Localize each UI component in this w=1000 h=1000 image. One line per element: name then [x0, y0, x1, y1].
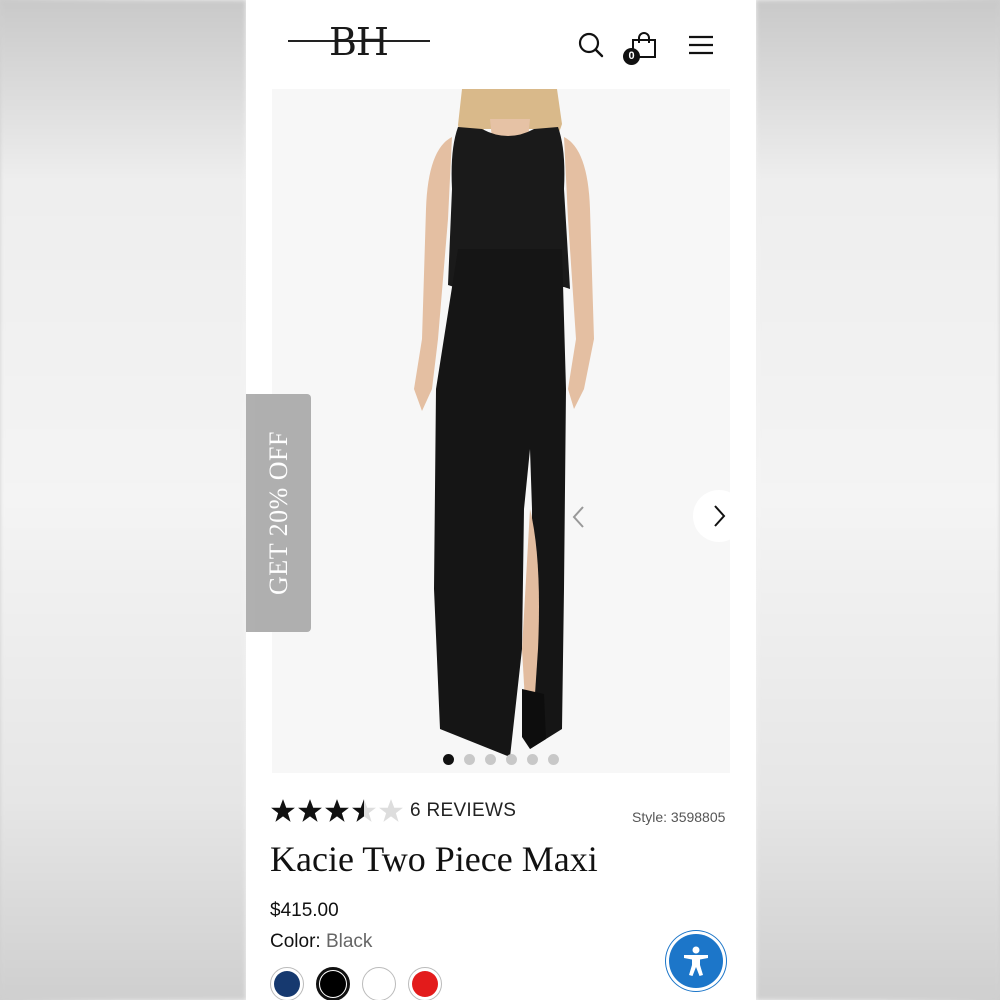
previous-image-button[interactable] — [554, 492, 604, 542]
swatch-fill — [274, 971, 300, 997]
swatch-navy[interactable] — [270, 967, 304, 1000]
search-icon[interactable] — [576, 30, 606, 60]
promo-label: GET 20% OFF — [263, 431, 293, 595]
star-empty-icon — [379, 799, 403, 822]
background-left — [0, 0, 246, 1000]
swatch-white[interactable] — [362, 967, 396, 1000]
reviews-link[interactable]: 6 REVIEWS — [410, 800, 516, 822]
hamburger-menu-icon[interactable] — [686, 30, 716, 60]
background-right — [756, 0, 1000, 1000]
rating-stars[interactable] — [270, 798, 404, 824]
star-half-icon — [352, 799, 376, 822]
star-full-icon — [325, 799, 349, 822]
product-title: Kacie Two Piece Maxi — [270, 839, 598, 879]
color-swatches — [270, 967, 442, 1000]
carousel-dot[interactable] — [485, 754, 496, 765]
cart-count-badge: 0 — [623, 48, 640, 65]
accessibility-button[interactable] — [669, 934, 723, 988]
color-label: Color: — [270, 931, 321, 952]
carousel-dots — [443, 754, 559, 765]
chevron-left-icon — [572, 506, 584, 528]
carousel-dot[interactable] — [464, 754, 475, 765]
accessibility-icon — [684, 946, 708, 976]
color-selection: Color: Black — [270, 931, 372, 953]
star-full-icon — [271, 799, 295, 822]
mobile-page: BH 0 GET 20% OFF 6 REVIEWS Style: 359880… — [246, 0, 756, 1000]
swatch-black[interactable] — [316, 967, 350, 1000]
swatch-fill — [366, 971, 392, 997]
color-value: Black — [325, 931, 373, 952]
star-full-icon — [298, 799, 322, 822]
swatch-fill — [412, 971, 438, 997]
carousel-dot[interactable] — [548, 754, 559, 765]
logo-text: BH — [328, 20, 389, 64]
brand-logo[interactable]: BH — [286, 20, 431, 64]
carousel-dot[interactable] — [506, 754, 517, 765]
carousel-dot[interactable] — [527, 754, 538, 765]
carousel-dot[interactable] — [443, 754, 454, 765]
promo-tab[interactable]: GET 20% OFF — [246, 394, 311, 632]
swatch-red[interactable] — [408, 967, 442, 1000]
product-price: $415.00 — [270, 900, 339, 921]
model-figure — [414, 89, 594, 757]
chevron-right-icon — [714, 505, 726, 527]
product-image[interactable] — [272, 89, 730, 773]
swatch-fill — [320, 971, 346, 997]
style-number: Style: 3598805 — [632, 809, 726, 825]
